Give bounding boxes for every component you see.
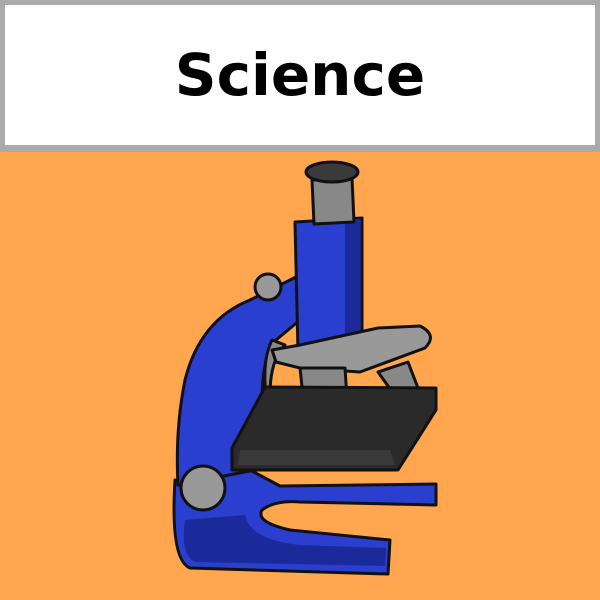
microscope-icon: [172, 160, 438, 576]
title-bar: Science: [5, 5, 595, 145]
eyepiece-top: [304, 160, 360, 184]
card-title: Science: [174, 41, 426, 109]
illustration-panel: [0, 152, 600, 600]
eyepiece: [310, 176, 356, 226]
lower-knob: [179, 464, 227, 512]
upper-knob: [253, 272, 283, 302]
science-card[interactable]: Science: [0, 0, 600, 600]
